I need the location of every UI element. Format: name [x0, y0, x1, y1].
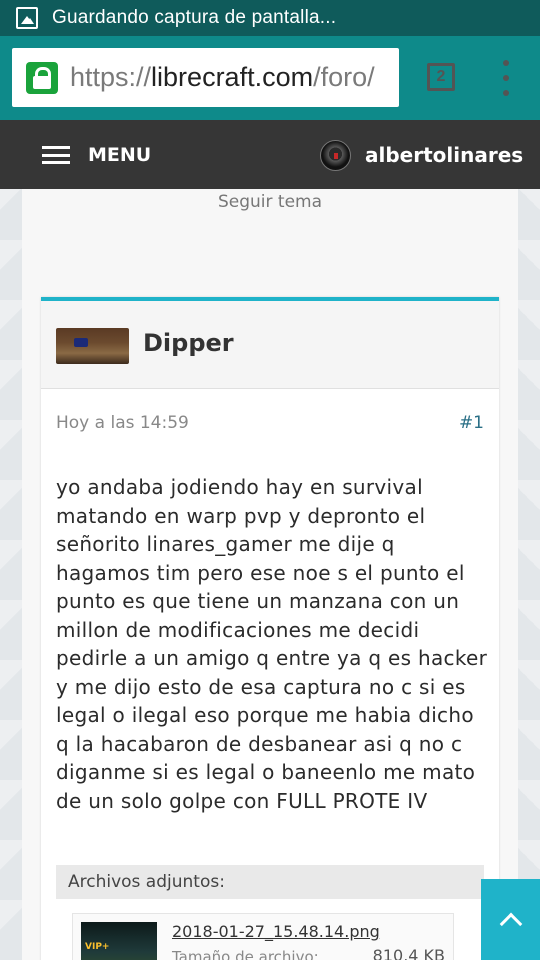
lock-icon	[26, 61, 58, 94]
post-timestamp[interactable]: Hoy a las 14:59	[56, 413, 189, 433]
browser-toolbar: https://librecraft.com/foro/ 2	[0, 36, 540, 120]
forum-post: Dipper Hoy a las 14:59 #1 yo andaba jodi…	[41, 297, 499, 960]
username-link[interactable]: albertolinares	[365, 143, 523, 167]
overflow-menu-icon[interactable]	[500, 60, 512, 96]
attachment-item: 2018-01-27_15.48.14.png Tamaño de archiv…	[72, 913, 454, 960]
post-permalink[interactable]: #1	[459, 413, 484, 433]
url-text: https://librecraft.com/foro/	[70, 62, 375, 93]
author-avatar[interactable]	[56, 328, 129, 364]
scroll-to-top-button[interactable]	[481, 879, 540, 960]
url-host: librecraft.com	[151, 62, 314, 92]
attachment-filename-link[interactable]: 2018-01-27_15.48.14.png	[172, 922, 380, 941]
tab-switcher-button[interactable]: 2	[427, 63, 455, 91]
menu-button[interactable]: MENU	[88, 144, 151, 166]
post-header: Dipper	[41, 301, 499, 389]
follow-thread-link[interactable]: Seguir tema	[0, 192, 540, 212]
image-icon	[16, 7, 38, 29]
post-author[interactable]: Dipper	[143, 329, 234, 357]
address-bar[interactable]: https://librecraft.com/foro/	[12, 48, 399, 107]
user-avatar[interactable]	[320, 140, 351, 171]
file-size-label: Tamaño de archivo:	[172, 948, 319, 960]
attachment-thumbnail[interactable]	[81, 922, 157, 960]
attachments-heading: Archivos adjuntos:	[56, 865, 484, 899]
file-size-value: 810,4 KB	[372, 946, 445, 960]
post-body: yo andaba jodiendo hay en survival matan…	[56, 475, 488, 813]
forum-navbar: MENU albertolinares	[0, 120, 540, 189]
url-scheme: https://	[70, 62, 152, 92]
status-notification: Guardando captura de pantalla...	[52, 7, 337, 28]
android-status-bar: Guardando captura de pantalla...	[0, 0, 540, 36]
hamburger-menu-icon[interactable]	[42, 146, 70, 164]
chevron-up-icon	[499, 912, 522, 935]
url-path: /foro/	[313, 62, 375, 92]
